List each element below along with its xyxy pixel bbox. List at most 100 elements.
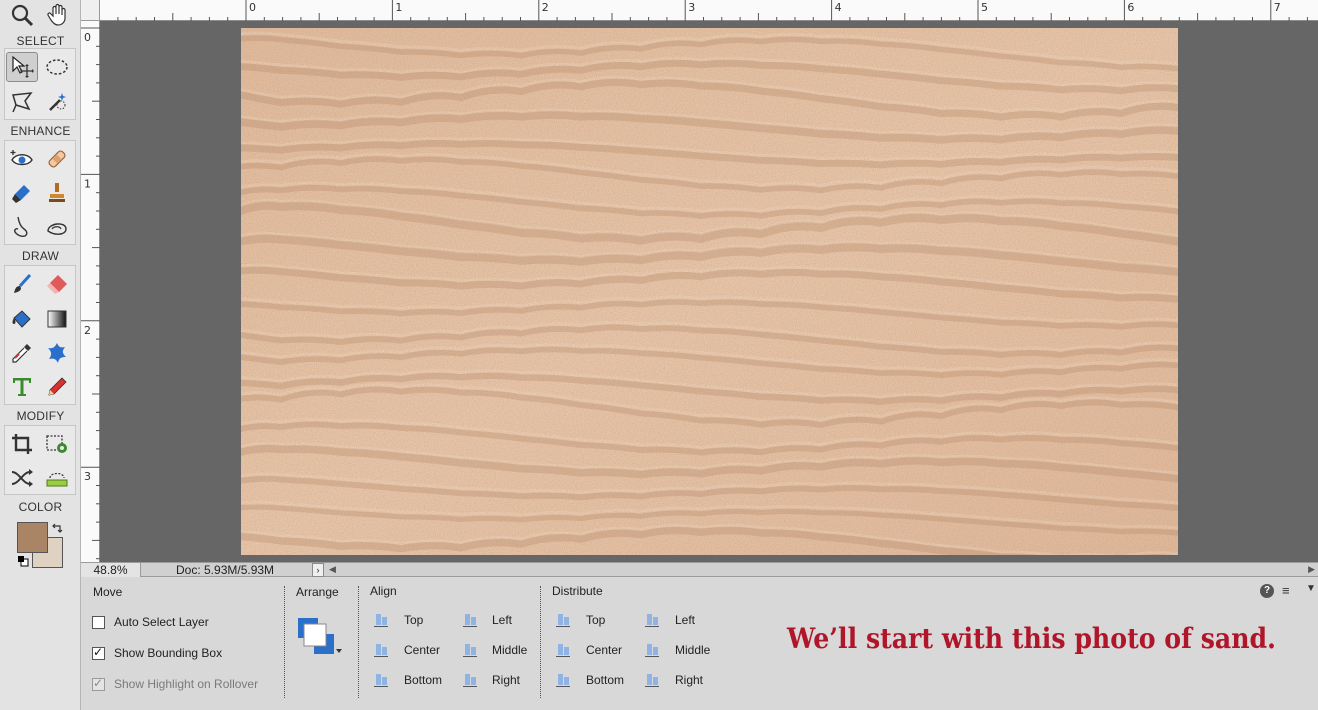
auto-select-layer-label: Auto Select Layer <box>114 615 209 629</box>
align-middle-icon[interactable] <box>461 641 479 659</box>
default-colors-icon[interactable] <box>17 555 29 567</box>
distribute-left-icon[interactable] <box>643 611 661 629</box>
select-section-label: SELECT <box>16 34 65 48</box>
ruler-label: 2 <box>542 1 549 14</box>
document-size: Doc: 5.93M/5.93M <box>176 563 275 577</box>
align-center-icon[interactable] <box>372 641 390 659</box>
eyedropper-tool[interactable] <box>6 338 38 368</box>
distribute-title: Distribute <box>552 584 603 598</box>
recompose-tool[interactable] <box>41 429 73 459</box>
hand-tool[interactable] <box>42 0 74 30</box>
align-top-icon[interactable] <box>372 611 390 629</box>
show-bounding-box-checkbox[interactable] <box>92 645 105 660</box>
foreground-color-swatch[interactable] <box>17 522 48 553</box>
align-bottom-icon[interactable] <box>372 671 390 689</box>
distribute-bottom-button[interactable]: Bottom <box>586 673 624 687</box>
align-right-icon[interactable] <box>461 671 479 689</box>
ruler-label: 2 <box>84 324 91 337</box>
scroll-right-icon[interactable]: ▶ <box>1308 564 1315 575</box>
crop-icon <box>12 434 32 454</box>
distribute-right-icon[interactable] <box>643 671 661 689</box>
gradient-tool[interactable] <box>41 304 73 334</box>
align-center-button[interactable]: Center <box>404 643 440 657</box>
distribute-center-icon[interactable] <box>554 641 572 659</box>
blur-tool[interactable] <box>6 212 38 242</box>
align-right-button[interactable]: Right <box>492 673 520 687</box>
ruler-label: 0 <box>249 1 256 14</box>
shape-icon <box>48 343 66 363</box>
ruler-label: 1 <box>395 1 402 14</box>
help-icon[interactable]: ? <box>1260 584 1274 598</box>
align-bottom-button[interactable]: Bottom <box>404 673 442 687</box>
distribute-right-button[interactable]: Right <box>675 673 703 687</box>
modify-section-label: MODIFY <box>16 409 65 423</box>
finger-icon <box>14 216 28 237</box>
gradient-icon <box>47 310 67 328</box>
draw-section-label: DRAW <box>21 249 60 263</box>
distribute-bottom-icon[interactable] <box>554 671 572 689</box>
bandage-icon <box>48 150 66 168</box>
distribute-top-button[interactable]: Top <box>586 613 605 627</box>
pencil-tool[interactable] <box>41 372 73 402</box>
eraser-tool[interactable] <box>41 269 73 299</box>
arrange-title: Arrange <box>296 585 339 599</box>
align-middle-button[interactable]: Middle <box>492 643 527 657</box>
type-tool[interactable] <box>6 372 38 402</box>
content-aware-move-tool[interactable] <box>6 463 38 493</box>
smart-brush-tool[interactable] <box>6 178 38 208</box>
show-highlight-checkbox[interactable] <box>92 676 105 691</box>
zoom-tool[interactable] <box>6 0 38 30</box>
ruler-label: 7 <box>1274 1 1281 14</box>
red-eye-tool[interactable] <box>6 144 38 174</box>
arrange-button[interactable] <box>296 616 346 658</box>
scroll-left-icon[interactable]: ◀ <box>329 564 336 575</box>
align-left-icon[interactable] <box>461 611 479 629</box>
canvas-area[interactable] <box>100 21 1318 562</box>
ruler-label: 3 <box>84 470 91 483</box>
ellipse-marquee-icon <box>46 59 68 75</box>
status-info-arrow[interactable]: › <box>312 563 324 577</box>
polygonal-lasso-icon <box>12 92 33 113</box>
sand-photo[interactable] <box>241 28 1178 555</box>
zoom-level[interactable]: 48.8% <box>81 563 141 577</box>
custom-shape-tool[interactable] <box>41 338 73 368</box>
ruler-label: 0 <box>84 31 91 44</box>
eye-icon <box>10 150 33 166</box>
align-title: Align <box>370 584 397 598</box>
horizontal-ruler-ticks: 0 1 2 3 4 5 6 7 <box>117 0 1308 21</box>
swap-colors-icon[interactable] <box>51 522 63 534</box>
distribute-top-icon[interactable] <box>554 611 572 629</box>
distribute-middle-icon[interactable] <box>643 641 661 659</box>
enhance-section-label: ENHANCE <box>10 124 71 138</box>
magnifier-icon <box>11 4 34 27</box>
spot-healing-tool[interactable] <box>41 144 73 174</box>
auto-select-layer-checkbox[interactable] <box>92 616 105 629</box>
elliptical-marquee-tool[interactable] <box>41 52 73 82</box>
distribute-center-button[interactable]: Center <box>586 643 622 657</box>
paint-bucket-tool[interactable] <box>6 304 38 334</box>
type-icon <box>13 378 31 396</box>
options-menu-icon[interactable]: ≡ <box>1282 583 1290 598</box>
align-top-button[interactable]: Top <box>404 613 423 627</box>
sponge-tool[interactable] <box>41 212 73 242</box>
distribute-left-button[interactable]: Left <box>675 613 695 627</box>
magic-wand-icon <box>49 93 66 111</box>
distribute-middle-button[interactable]: Middle <box>675 643 710 657</box>
lasso-tool[interactable] <box>6 87 38 117</box>
quick-selection-tool[interactable] <box>41 87 73 117</box>
clone-stamp-tool[interactable] <box>41 178 73 208</box>
straighten-tool[interactable] <box>41 463 73 493</box>
chevron-down-icon[interactable]: ▼ <box>1306 583 1316 594</box>
content-move-icon <box>11 469 33 487</box>
smart-brush-icon <box>12 185 30 203</box>
recompose-icon <box>46 435 67 453</box>
ruler-corner <box>81 0 100 21</box>
tool-options-bar: Move Auto Select Layer Show Bounding Box… <box>81 578 1318 710</box>
align-left-button[interactable]: Left <box>492 613 512 627</box>
eyedropper-icon <box>12 344 31 363</box>
move-tool[interactable] <box>6 52 38 82</box>
crop-tool[interactable] <box>6 429 38 459</box>
ruler-label: 3 <box>688 1 695 14</box>
brush-tool[interactable] <box>6 269 38 299</box>
move-icon <box>12 55 34 78</box>
